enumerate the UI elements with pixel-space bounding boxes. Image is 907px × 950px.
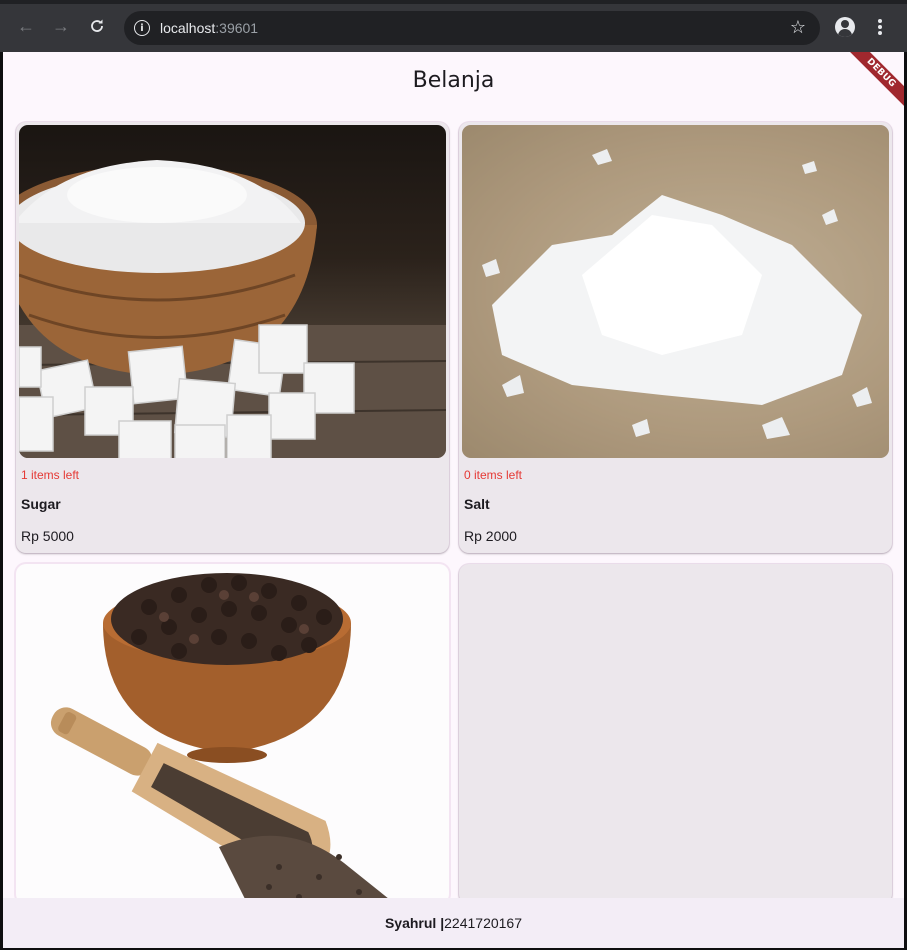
page-title: Belanja <box>412 67 495 93</box>
profile-icon[interactable] <box>835 17 855 37</box>
reload-button[interactable] <box>85 14 109 38</box>
tab-strip <box>0 0 907 4</box>
footer-name: Syahrul | <box>384 915 445 931</box>
app-viewport: Belanja DEBUG 1 items left Sugar Rp 5000… <box>3 52 904 948</box>
product-card-empty[interactable] <box>459 564 892 904</box>
pepper-image <box>19 567 446 904</box>
footer: Syahrul | 2241720167 <box>3 898 904 948</box>
product-card-sugar[interactable]: 1 items left Sugar Rp 5000 <box>16 122 449 553</box>
product-card-pepper[interactable] <box>16 564 449 904</box>
forward-button[interactable]: → <box>49 14 73 38</box>
url-text[interactable]: localhost:39601 <box>160 20 258 36</box>
footer-id: 2241720167 <box>444 915 523 931</box>
stock-text: 1 items left <box>21 468 80 482</box>
arrow-right-icon: → <box>52 16 70 36</box>
app-bar: Belanja <box>3 52 904 108</box>
info-icon[interactable]: i <box>134 20 150 36</box>
product-name: Salt <box>464 496 490 512</box>
browser-toolbar: ← → i localhost:39601 ☆ <box>0 0 907 52</box>
reload-icon <box>91 19 103 32</box>
product-price: Rp 2000 <box>464 528 517 544</box>
back-button[interactable]: ← <box>14 14 38 38</box>
product-name: Sugar <box>21 496 61 512</box>
sugar-image <box>19 125 446 458</box>
star-icon[interactable]: ☆ <box>790 17 806 38</box>
arrow-left-icon: ← <box>17 16 35 36</box>
product-grid: 1 items left Sugar Rp 5000 0 items left … <box>16 122 892 904</box>
kebab-menu-icon[interactable] <box>878 19 884 37</box>
address-bar[interactable]: i localhost:39601 ☆ <box>124 11 820 45</box>
product-price: Rp 5000 <box>21 528 74 544</box>
product-card-salt[interactable]: 0 items left Salt Rp 2000 <box>459 122 892 553</box>
salt-image <box>462 125 889 458</box>
stock-text: 0 items left <box>464 468 523 482</box>
